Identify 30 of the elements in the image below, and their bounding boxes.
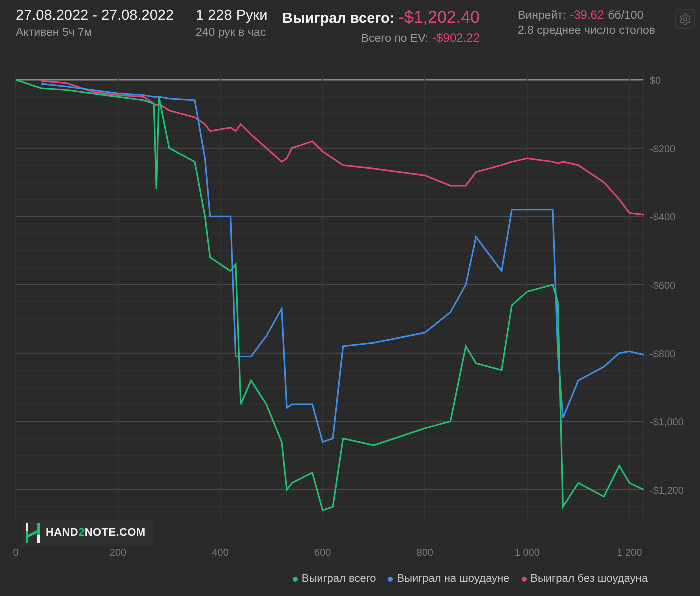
won-value: -$1,202.40 xyxy=(398,8,480,28)
x-tick-label: 600 xyxy=(314,548,332,559)
x-tick-label: 1 000 xyxy=(514,548,540,559)
winrate-label: Винрейт: xyxy=(518,10,566,22)
x-tick-label: 0 xyxy=(13,548,19,559)
y-tick-label: -$400 xyxy=(650,212,676,224)
y-tick-label: $0 xyxy=(650,76,662,87)
active-time: Активен 5ч 7м xyxy=(16,27,92,39)
ev-label: Всего по EV: xyxy=(361,33,429,45)
x-tick-label: 1 200 xyxy=(617,548,642,559)
legend-item[interactable]: Выиграл на шоудауне xyxy=(388,573,510,585)
winrate-unit: бб/100 xyxy=(608,10,644,22)
y-tick-label: -$1,000 xyxy=(650,418,684,429)
x-tick-label: 400 xyxy=(212,548,229,559)
legend-item[interactable]: Выиграл всего xyxy=(292,573,376,585)
won-label: Выиграл всего: xyxy=(282,11,395,27)
y-tick-label: -$1,200 xyxy=(650,486,684,497)
date-range: 27.08.2022 - 27.08.2022 xyxy=(16,8,174,24)
legend-item[interactable]: Выиграл без шоудауна xyxy=(522,573,648,585)
y-tick-label: -$800 xyxy=(650,349,676,360)
winrate-value: -39.62 xyxy=(570,8,604,22)
y-tick-label: -$600 xyxy=(650,281,676,292)
tables-average: 2.8 среднее число столов xyxy=(518,25,656,37)
hands-count: 1 228 Руки xyxy=(196,8,268,24)
x-tick-label: 800 xyxy=(416,548,434,559)
logo-text: HAND2NOTE.COM xyxy=(46,527,146,539)
hands-per-hour: 240 рук в час xyxy=(196,27,266,39)
ev-value: -$902.22 xyxy=(432,31,480,45)
y-tick-label: -$200 xyxy=(650,144,676,156)
x-tick-label: 200 xyxy=(110,548,127,559)
